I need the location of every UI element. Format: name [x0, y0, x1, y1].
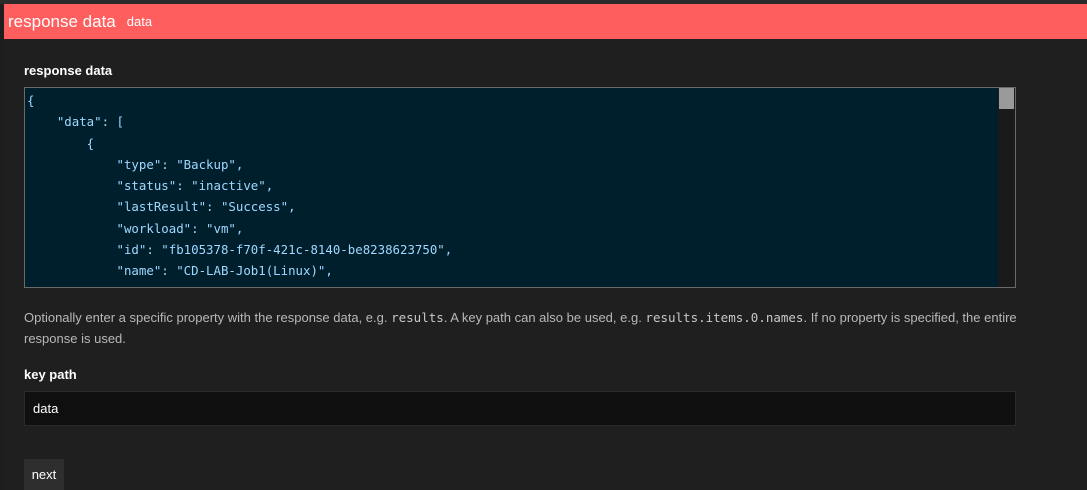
key-path-help-text: Optionally enter a specific property wit… [24, 307, 1024, 349]
code-line: "id": "fb105378-f70f-421c-8140-be8238623… [116, 242, 453, 258]
code-scrollbar-thumb[interactable] [999, 88, 1014, 109]
key-path-label: key path [24, 367, 77, 382]
key-path-input[interactable] [24, 391, 1016, 426]
code-line: "data": [ [56, 114, 124, 130]
code-line: "description": "Created by CD-LAB-VEEAM1… [27, 285, 699, 287]
code-line: "lastResult": "Success", [116, 199, 296, 215]
code-line: "type": "Backup", [116, 156, 244, 172]
next-button[interactable]: next [24, 459, 64, 490]
response-data-label: response data [24, 63, 113, 78]
response-data-viewer[interactable]: { "data": [ { "type": "Backup", "status"… [24, 87, 1016, 288]
help-text-part1: Optionally enter a specific property wit… [24, 310, 392, 325]
help-example-keypath: results.items.0.names [645, 310, 804, 325]
code-line: "workload": "vm", [116, 220, 244, 236]
header-title: response data [8, 11, 116, 31]
panel-header: response data data [4, 4, 1087, 39]
help-text-part2: . A key path can also be used, e.g. [443, 310, 646, 325]
code-line: "status": "inactive", [116, 178, 274, 194]
code-scrollbar[interactable] [998, 88, 1015, 287]
help-example-results: results [391, 310, 444, 325]
response-data-code[interactable]: { "data": [ { "type": "Backup", "status"… [25, 88, 1015, 287]
code-line: { [27, 93, 35, 108]
header-subtitle: data [126, 14, 153, 29]
code-line: "name": "CD-LAB-Job1(Linux)", [116, 263, 333, 279]
code-line: { [86, 135, 95, 151]
